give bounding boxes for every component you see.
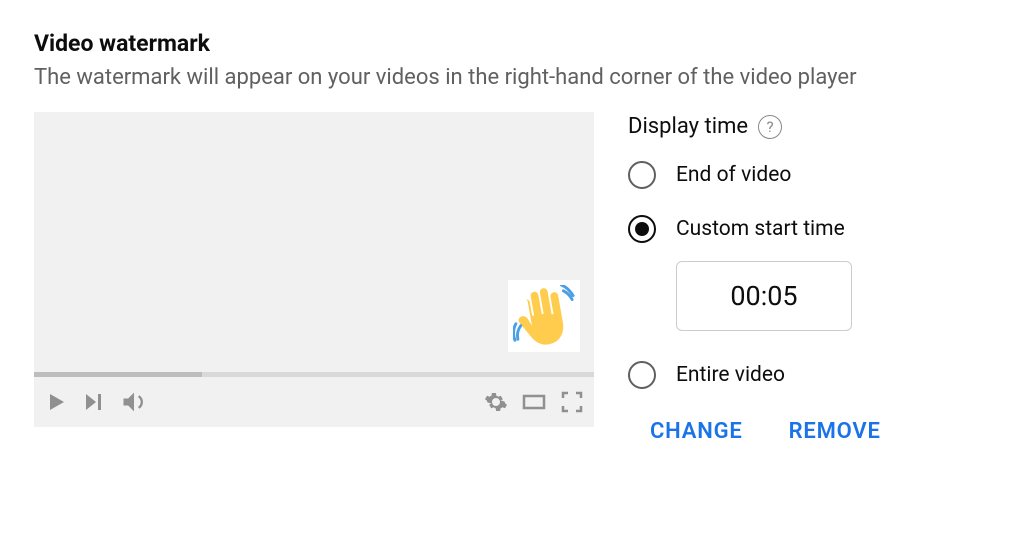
player-controls (34, 383, 594, 427)
video-preview (34, 112, 594, 427)
start-time-input[interactable] (676, 261, 852, 331)
display-time-label: Display time (628, 114, 748, 139)
radio-label: Custom start time (676, 217, 845, 241)
play-icon[interactable] (44, 390, 68, 414)
section-description: The watermark will appear on your videos… (34, 65, 990, 90)
remove-button[interactable]: REMOVE (789, 419, 881, 444)
help-icon[interactable]: ? (758, 115, 782, 139)
change-button[interactable]: CHANGE (650, 419, 743, 444)
volume-icon[interactable] (120, 388, 148, 416)
progress-fill (34, 372, 202, 377)
radio-end-of-video[interactable]: End of video (628, 161, 990, 189)
options-panel: Display time ? End of video Custom start… (628, 112, 990, 444)
radio-label: End of video (676, 163, 791, 187)
section-title: Video watermark (34, 30, 990, 57)
radio-custom-start-time[interactable]: Custom start time (628, 215, 990, 243)
theater-icon[interactable] (522, 390, 546, 414)
progress-bar[interactable] (34, 372, 594, 377)
radio-circle (628, 361, 656, 389)
radio-circle (628, 161, 656, 189)
radio-entire-video[interactable]: Entire video (628, 361, 990, 389)
radio-label: Entire video (676, 363, 785, 387)
radio-circle-selected (628, 215, 656, 243)
watermark-image (508, 280, 580, 352)
next-icon[interactable] (82, 390, 106, 414)
fullscreen-icon[interactable] (560, 390, 584, 414)
gear-icon[interactable] (484, 390, 508, 414)
radio-dot (635, 222, 649, 236)
